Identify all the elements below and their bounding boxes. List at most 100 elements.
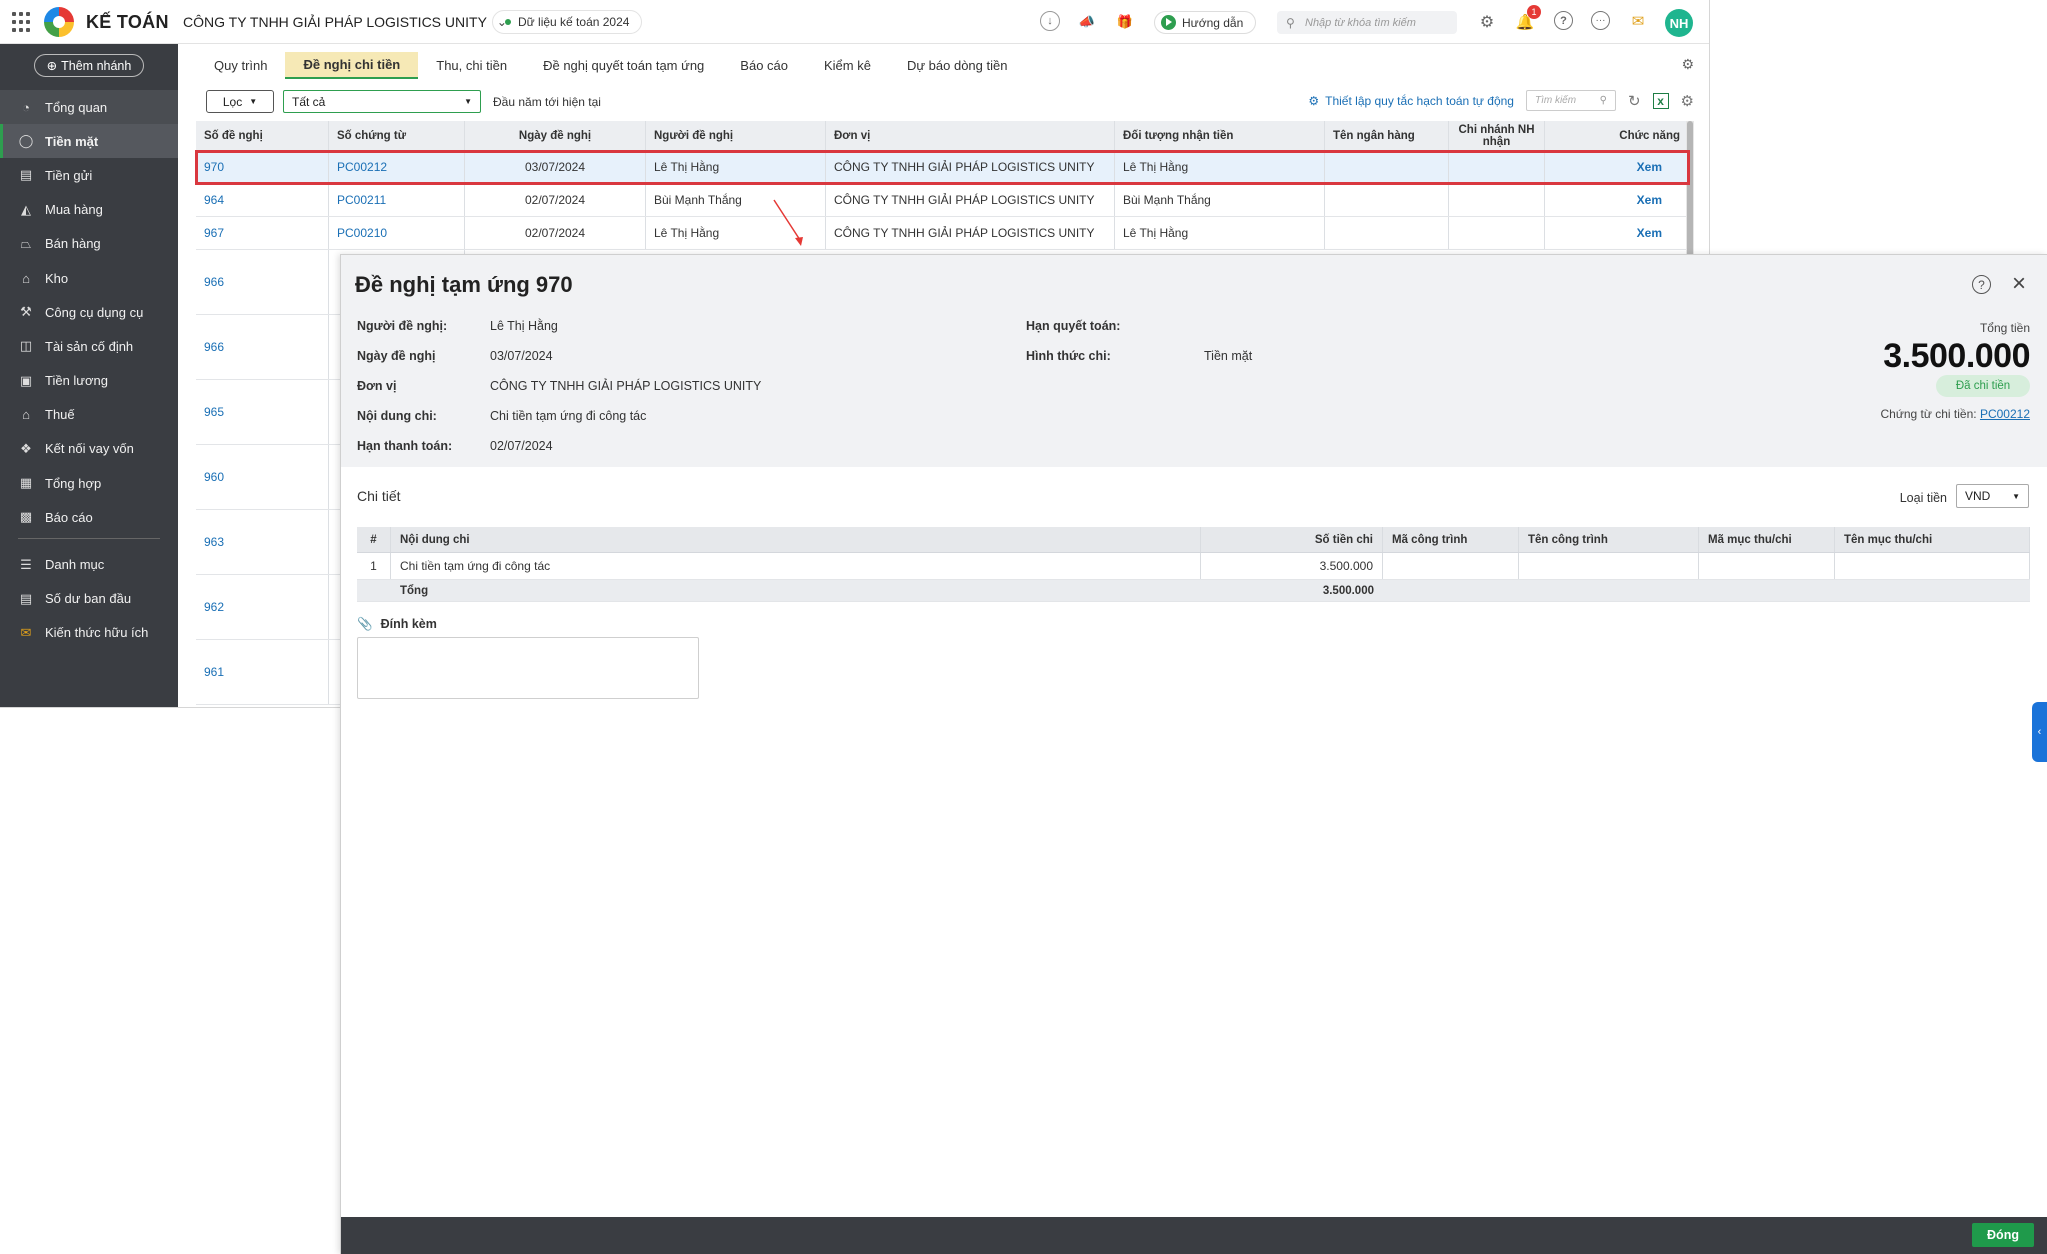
company-name: CÔNG TY TNHH GIẢI PHÁP LOGISTICS UNITY — [183, 14, 487, 30]
company-selector[interactable]: CÔNG TY TNHH GIẢI PHÁP LOGISTICS UNITY ⌄ — [183, 14, 507, 30]
sidebar-item-tong-hop[interactable]: ▦ Tổng hợp — [0, 466, 178, 500]
row-number[interactable]: 961 — [196, 640, 329, 704]
detail-total-label: Tổng — [400, 584, 429, 597]
help-icon[interactable]: ? — [1554, 11, 1573, 30]
row-voucher[interactable]: PC00212 — [329, 151, 465, 183]
col-header[interactable]: Số đề nghị — [196, 121, 329, 150]
sidebar-item-tai-san[interactable]: ◫ Tài sản cố định — [0, 329, 178, 363]
sidebar-item-mua-hang[interactable]: ◭ Mua hàng — [0, 193, 178, 227]
row-voucher[interactable]: PC00211 — [329, 184, 465, 216]
row-number[interactable]: 970 — [196, 151, 329, 183]
sidebar-item-vay-von[interactable]: ❖ Kết nối vay vốn — [0, 432, 178, 466]
filter-label: Lọc — [222, 94, 243, 109]
detail-section-title: Chi tiết — [357, 488, 401, 504]
currency-select[interactable]: VND ▼ — [1956, 484, 2029, 508]
settings-gear-icon[interactable]: ⚙ — [1476, 11, 1498, 33]
mailbox-icon[interactable]: ✉ — [1627, 10, 1649, 32]
row-number[interactable]: 967 — [196, 217, 329, 249]
sidebar-item-tien-mat[interactable]: ◯ Tiền mặt — [0, 124, 178, 159]
tab-kiem-ke[interactable]: Kiểm kê — [806, 52, 889, 79]
sidebar-item-danh-muc[interactable]: ☰ Danh mục — [0, 547, 178, 581]
sidebar-item-kien-thuc[interactable]: ✉ Kiến thức hữu ích — [0, 616, 178, 650]
search-icon: ⚲ — [1599, 95, 1607, 106]
cash-bag-icon: ◯ — [18, 133, 34, 149]
tab-quy-trinh[interactable]: Quy trình — [196, 52, 285, 79]
top-bar: KẾ TOÁN CÔNG TY TNHH GIẢI PHÁP LOGISTICS… — [0, 0, 1709, 44]
grid-settings-icon[interactable]: ⚙ — [1681, 92, 1694, 110]
proposal-detail-panel: Đề nghị tạm ứng 970 ? × Người đề nghị: L… — [340, 254, 2047, 1254]
add-branch-label: Thêm nhánh — [61, 58, 132, 73]
row-number[interactable]: 960 — [196, 445, 329, 509]
guide-button[interactable]: Hướng dẫn — [1154, 11, 1257, 34]
row-branch — [1449, 217, 1545, 249]
col-header[interactable]: Tên ngân hàng — [1325, 121, 1449, 150]
table-row[interactable]: 970 PC00212 03/07/2024 Lê Thị Hằng CÔNG … — [195, 150, 1690, 185]
table-row[interactable]: 1 Chi tiền tạm ứng đi công tác 3.500.000 — [357, 553, 2030, 580]
data-year-chip[interactable]: Dữ liệu kế toán 2024 — [492, 10, 643, 34]
row-number[interactable]: 963 — [196, 510, 329, 574]
sidebar-item-cong-cu[interactable]: ⚒ Công cụ dụng cụ — [0, 295, 178, 329]
app-launcher-icon[interactable] — [12, 12, 32, 32]
sidebar-item-ban-hang[interactable]: ⏢ Bán hàng — [0, 227, 178, 261]
col-header[interactable]: Người đề nghị — [646, 121, 826, 150]
global-search-input[interactable]: ⚲ Nhập từ khóa tìm kiếm — [1277, 11, 1457, 34]
view-link[interactable]: Xem — [1637, 193, 1662, 207]
help-icon[interactable]: ? — [1972, 275, 1991, 294]
col-header[interactable]: Ngày đề nghị — [465, 121, 646, 150]
chat-icon[interactable]: ··· — [1591, 11, 1610, 30]
status-select[interactable]: Tất cả ▼ — [283, 90, 481, 113]
sidebar-item-tien-gui[interactable]: ▤ Tiền gửi — [0, 158, 178, 192]
gift-icon[interactable]: 🎁 — [1114, 11, 1136, 33]
table-row[interactable]: 967 PC00210 02/07/2024 Lê Thị Hằng CÔNG … — [196, 217, 1689, 250]
voucher-link[interactable]: PC00212 — [1980, 407, 2030, 421]
detail-total-amount: 3.500.000 — [1322, 584, 1374, 597]
excel-export-icon[interactable]: x — [1652, 92, 1669, 109]
megaphone-icon[interactable]: 📣 — [1076, 11, 1098, 33]
tab-du-bao-dong-tien[interactable]: Dự báo dòng tiền — [889, 52, 1026, 79]
view-link[interactable]: Xem — [1637, 226, 1662, 240]
close-button[interactable]: Đóng — [1972, 1223, 2034, 1247]
view-link[interactable]: Xem — [1637, 160, 1662, 174]
grid-search-input[interactable]: Tìm kiếm ⚲ — [1525, 90, 1616, 111]
row-number[interactable]: 965 — [196, 380, 329, 444]
attachment-dropzone[interactable] — [357, 637, 699, 699]
filter-button[interactable]: Lọc ▼ — [206, 90, 274, 113]
table-row[interactable]: 964 PC00211 02/07/2024 Bùi Mạnh Thắng CÔ… — [196, 184, 1689, 217]
sidebar-item-thue[interactable]: ⌂ Thuế — [0, 398, 178, 432]
unit-value: CÔNG TY TNHH GIẢI PHÁP LOGISTICS UNITY — [490, 379, 762, 393]
side-expand-tab[interactable]: ‹ — [2032, 702, 2047, 762]
col-header[interactable]: Số chứng từ — [329, 121, 465, 150]
tab-quyet-toan-tam-ung[interactable]: Đề nghị quyết toán tạm ứng — [525, 52, 722, 79]
row-number[interactable]: 964 — [196, 184, 329, 216]
period-label[interactable]: Đầu năm tới hiện tại — [493, 95, 601, 109]
tab-config-icon[interactable]: ⚙ — [1681, 56, 1694, 73]
user-avatar[interactable]: NH — [1665, 9, 1693, 37]
list-icon: ☰ — [20, 556, 32, 572]
col-header[interactable]: Đối tượng nhận tiền — [1115, 121, 1325, 150]
add-branch-button[interactable]: ⊕ Thêm nhánh — [34, 54, 144, 77]
close-icon[interactable]: × — [2012, 270, 2026, 298]
col-header[interactable]: Chi nhánh NH nhận — [1449, 121, 1545, 150]
sidebar-item-tong-quan[interactable]: ◔ Tổng quan — [0, 90, 178, 125]
download-icon[interactable]: ↓ — [1040, 11, 1060, 31]
refresh-icon[interactable]: ↻ — [1628, 92, 1641, 110]
row-bank — [1325, 184, 1449, 216]
detail-project-name — [1519, 553, 1699, 579]
tab-thu-chi-tien[interactable]: Thu, chi tiền — [418, 52, 525, 79]
row-number[interactable]: 962 — [196, 575, 329, 639]
sidebar-item-kho[interactable]: ⌂ Kho — [0, 261, 178, 295]
col-header[interactable]: Chức năng — [1545, 121, 1689, 150]
row-number[interactable]: 966 — [196, 315, 329, 379]
notification-bell-icon[interactable]: 🔔 1 — [1514, 5, 1541, 33]
sidebar-item-tien-luong[interactable]: ▣ Tiền lương — [0, 364, 178, 398]
detail-total-row: Tổng 3.500.000 — [357, 580, 2030, 602]
row-voucher[interactable]: PC00210 — [329, 217, 465, 249]
sidebar-item-label: Kho — [45, 270, 69, 286]
tab-de-nghi-chi-tien[interactable]: Đề nghị chi tiền — [285, 52, 419, 79]
row-number[interactable]: 966 — [196, 250, 329, 314]
sidebar-item-bao-cao[interactable]: ▩ Báo cáo — [0, 500, 178, 534]
auto-rule-link[interactable]: ⚙ Thiết lập quy tắc hạch toán tự động — [1308, 94, 1514, 108]
sidebar-item-so-du[interactable]: ▤ Số dư ban đầu — [0, 582, 178, 616]
tab-bao-cao[interactable]: Báo cáo — [722, 52, 806, 79]
col-header[interactable]: Đơn vị — [826, 121, 1115, 150]
